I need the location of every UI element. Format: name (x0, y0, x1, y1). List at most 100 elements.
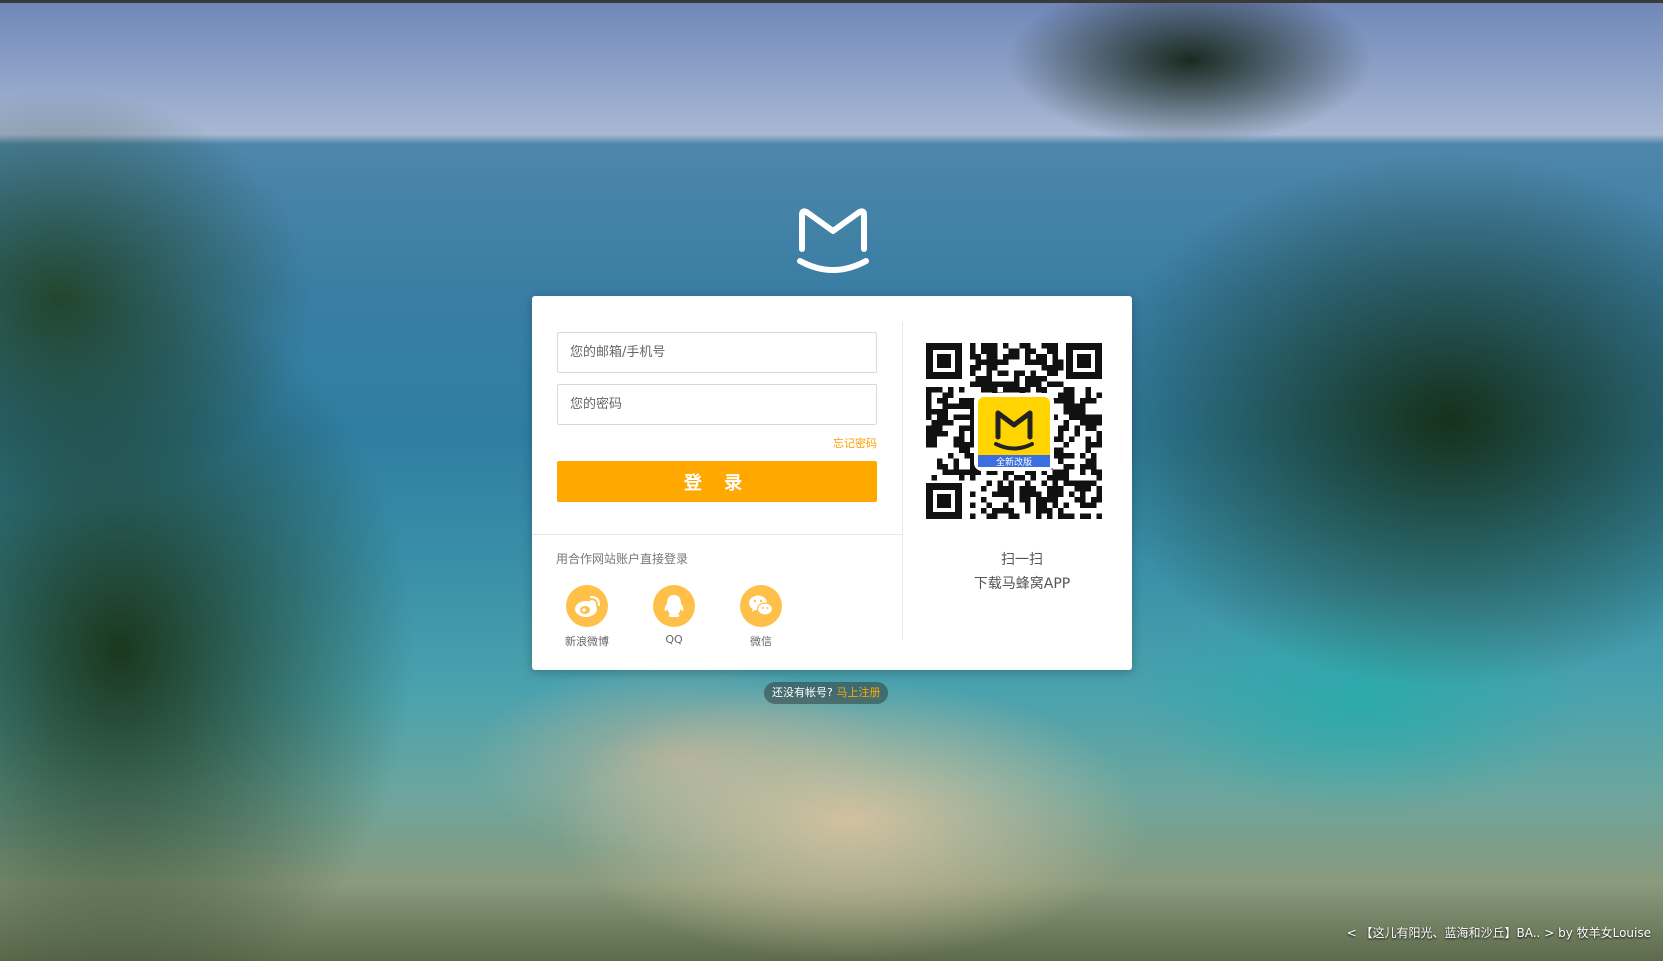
qr-module (1080, 464, 1086, 470)
qr-module (986, 480, 992, 486)
qr-module (992, 513, 998, 519)
qr-module (970, 365, 976, 371)
qr-module (942, 392, 948, 398)
qr-module (1091, 420, 1097, 426)
qr-module (997, 359, 1003, 365)
qr-module (1080, 398, 1086, 404)
qq-label: QQ (665, 633, 683, 646)
qr-module (1085, 425, 1091, 431)
qr-module (926, 431, 932, 437)
forgot-password-link[interactable]: 忘记密码 (833, 435, 877, 451)
password-input[interactable] (557, 384, 877, 425)
qr-module (997, 486, 1003, 492)
qr-module (964, 442, 970, 448)
qr-module (1003, 508, 1009, 514)
qr-module (1091, 414, 1097, 420)
qr-module (931, 420, 937, 426)
qr-module (1036, 354, 1042, 360)
qr-module (975, 359, 981, 365)
qr-module (1080, 414, 1086, 420)
qr-module (926, 387, 932, 393)
qr-module (981, 381, 987, 387)
email-phone-input[interactable] (557, 332, 877, 373)
qr-module (1041, 502, 1047, 508)
register-link[interactable]: 马上注册 (836, 686, 880, 699)
qr-module (1014, 370, 1020, 376)
qr-module (1096, 497, 1102, 503)
qr-module (992, 359, 998, 365)
qr-module (992, 343, 998, 349)
qr-module (1069, 513, 1075, 519)
qr-module (1008, 497, 1014, 503)
qr-module (937, 387, 943, 393)
qr-module (1096, 392, 1102, 398)
qr-module (959, 442, 965, 448)
qr-module (981, 508, 987, 514)
qr-module (992, 491, 998, 497)
qr-module (1074, 414, 1080, 420)
qr-module (975, 381, 981, 387)
qr-module (1085, 513, 1091, 519)
qr-module (937, 458, 943, 464)
qr-module (1052, 502, 1058, 508)
qr-module (926, 392, 932, 398)
qr-module (1063, 420, 1069, 426)
qr-module (1074, 480, 1080, 486)
qr-module (1019, 343, 1025, 349)
qr-module (970, 491, 976, 497)
qr-module (1036, 359, 1042, 365)
qr-module (937, 425, 943, 431)
login-button[interactable]: 登 录 (557, 461, 877, 502)
qr-module (953, 414, 959, 420)
qr-module (1041, 480, 1047, 486)
qr-module (1036, 508, 1042, 514)
qr-module (1058, 508, 1064, 514)
qr-module (1063, 480, 1069, 486)
wechat-login-button[interactable]: 微信 (731, 585, 791, 649)
qr-module (1019, 497, 1025, 503)
qr-module (942, 398, 948, 404)
weibo-login-button[interactable]: 新浪微博 (557, 585, 617, 649)
qr-module (1003, 359, 1009, 365)
qr-module (997, 508, 1003, 514)
qr-module (1096, 475, 1102, 481)
login-form: 忘记密码 登 录 用合作网站账户直接登录 新浪微博 QQ (532, 296, 902, 670)
qr-module (931, 442, 937, 448)
qr-module (942, 403, 948, 409)
qr-module (931, 409, 937, 415)
qr-module (948, 469, 954, 475)
qr-module (953, 469, 959, 475)
qr-module (1003, 354, 1009, 360)
qr-module (981, 343, 987, 349)
qr-module (942, 469, 948, 475)
qr-module (1052, 348, 1058, 354)
qr-module (926, 403, 932, 409)
qr-module (1014, 348, 1020, 354)
qr-module (1069, 398, 1075, 404)
qr-module (1063, 502, 1069, 508)
qr-module (1052, 359, 1058, 365)
qr-module (959, 469, 965, 475)
qr-module (1025, 486, 1031, 492)
qr-module (1025, 502, 1031, 508)
qr-module (1080, 453, 1086, 459)
qr-module (1080, 420, 1086, 426)
qr-module (1069, 436, 1075, 442)
qq-icon (653, 585, 695, 627)
qr-module (1063, 398, 1069, 404)
qr-module (1096, 491, 1102, 497)
qr-module (1025, 348, 1031, 354)
qr-module (1019, 475, 1025, 481)
qr-module (992, 387, 998, 393)
qq-login-button[interactable]: QQ (644, 585, 704, 646)
qr-module (970, 354, 976, 360)
qr-module (1085, 464, 1091, 470)
qr-module (1085, 398, 1091, 404)
photo-credit: < 【这儿有阳光、蓝海和沙丘】BA.. > by 牧羊女Louise (1347, 924, 1651, 941)
qr-module (997, 480, 1003, 486)
qr-module (959, 403, 965, 409)
qr-module (942, 414, 948, 420)
qr-module (1030, 475, 1036, 481)
qr-module (1041, 365, 1047, 371)
photo-title-link[interactable]: 【这儿有阳光、蓝海和沙丘】BA.. (1361, 926, 1541, 940)
